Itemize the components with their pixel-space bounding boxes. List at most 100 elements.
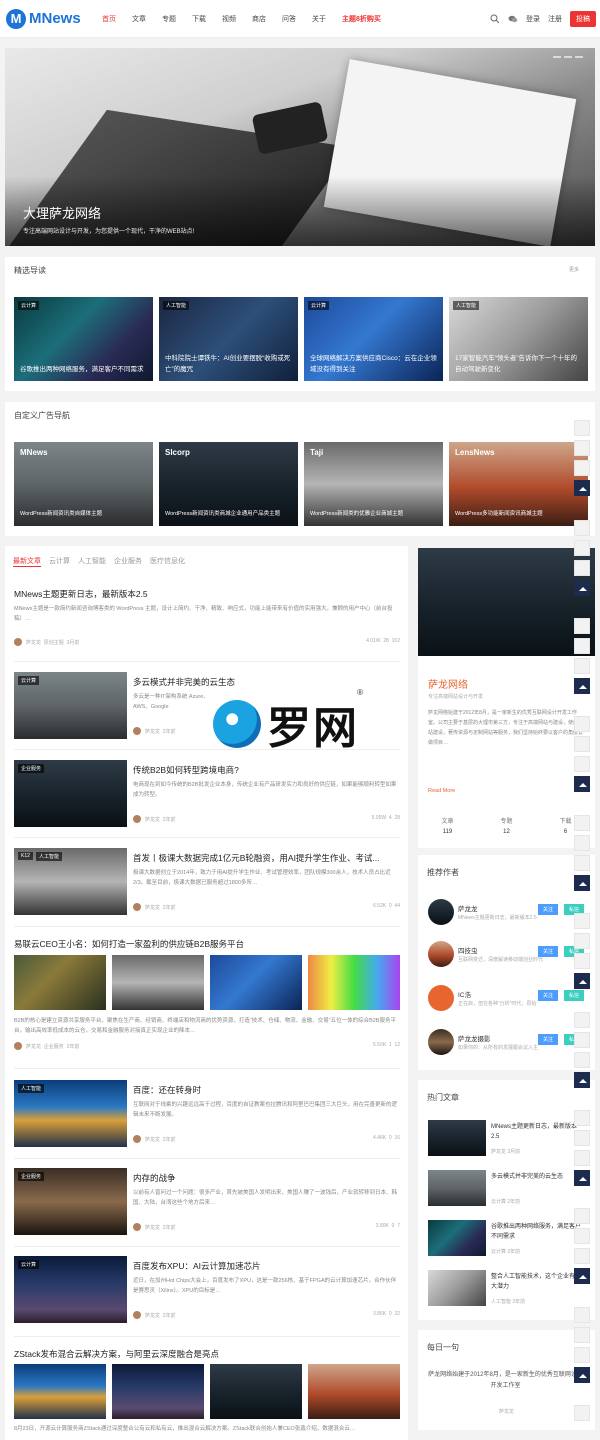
edit-button[interactable] <box>574 420 590 436</box>
post-item[interactable]: 企业服务 内存的战争 以前有人曾问过一个问题：很多产业，首先被美国人发明出来，美… <box>14 1168 400 1238</box>
hot-thumbnail[interactable] <box>428 1120 486 1156</box>
nav-topics[interactable]: 专题 <box>162 14 176 24</box>
edit-button[interactable] <box>574 1012 590 1028</box>
hero-slider[interactable]: 大理萨龙网络 专注高端网站设计与开发，为您提供一个现代，干净的WEB站点! <box>5 48 595 246</box>
hot-title[interactable]: 谷歌推出两种网络服务，满足客户不同需求 <box>491 1222 581 1242</box>
hot-thumbnail[interactable] <box>428 1170 486 1206</box>
tab-cloud[interactable]: 云计算 <box>49 556 70 567</box>
tab-ai[interactable]: 人工智能 <box>78 556 106 567</box>
cart-button[interactable] <box>574 1347 590 1363</box>
tab-medical[interactable]: 医疗信息化 <box>150 556 185 567</box>
gallery-image[interactable] <box>210 1364 302 1419</box>
avatar[interactable] <box>428 941 454 967</box>
author-name[interactable]: 萨龙龙 <box>26 1043 41 1050</box>
category[interactable]: 企业服务 <box>44 1043 64 1050</box>
author-name[interactable]: 萨龙龙摄影 <box>458 1033 491 1043</box>
hot-item[interactable]: MNews主题更新日志，最新版本2.5 萨龙龙 3月前 <box>428 1120 588 1158</box>
post-thumbnail[interactable]: K12 人工智能 <box>14 848 127 915</box>
cart-button[interactable] <box>574 560 590 576</box>
chat-button[interactable] <box>574 440 590 456</box>
cart-button[interactable] <box>574 658 590 674</box>
author-name[interactable]: 萨龙龙 <box>145 1312 160 1319</box>
hot-thumbnail[interactable] <box>428 1270 486 1306</box>
featured-tile[interactable]: 云计算 谷歌推出两种网络服务，满足客户不同需求 <box>14 297 153 381</box>
category[interactable]: 原创主题 <box>44 639 64 646</box>
follow-button[interactable]: 关注 <box>538 1034 559 1045</box>
slider-dot[interactable] <box>575 56 583 58</box>
avatar[interactable] <box>428 899 454 925</box>
post-item[interactable]: 企业服务 传统B2B如何转型跨境电商? 电商现在到如今传统的B2B批发企业本身，… <box>14 760 400 830</box>
gallery-post[interactable]: ZStack发布混合云解决方案，与阿里云深度融合是亮点 8月23日，开源云计算服… <box>14 1348 400 1438</box>
post-thumbnail[interactable]: 人工智能 <box>14 1080 127 1147</box>
wechat-icon[interactable] <box>508 14 518 24</box>
post-title[interactable]: ZStack发布混合云解决方案，与阿里云深度融合是亮点 <box>14 1348 219 1360</box>
ad-tile[interactable]: MNews WordPress新闻资讯类自媒体主题 <box>14 442 153 526</box>
slider-dots[interactable] <box>553 56 583 58</box>
nav-qa[interactable]: 问答 <box>282 14 296 24</box>
edit-button[interactable] <box>574 520 590 536</box>
gallery-image[interactable] <box>112 1364 204 1419</box>
nav-promo[interactable]: 主题8折购买 <box>342 14 381 24</box>
submit-button[interactable]: 投稿 <box>570 10 596 27</box>
profile-name[interactable]: 萨龙网络 <box>428 676 468 691</box>
post-item[interactable]: 云计算 百度发布XPU：AI云计算加速芯片 近日，在加州Hot Chips大会上… <box>14 1256 400 1326</box>
hot-title[interactable]: 整合人工智能技术，这个企业有巨大潜力 <box>491 1272 581 1292</box>
gallery-image[interactable] <box>112 955 204 1010</box>
slider-dot[interactable] <box>564 56 572 58</box>
chat-button[interactable] <box>574 1327 590 1343</box>
post-thumbnail[interactable]: 云计算 <box>14 672 127 739</box>
post-thumbnail[interactable]: 云计算 <box>14 1256 127 1323</box>
chat-button[interactable] <box>574 638 590 654</box>
author-name[interactable]: 萨龙龙 <box>145 816 160 823</box>
chat-button[interactable] <box>574 835 590 851</box>
cart-button[interactable] <box>574 1150 590 1166</box>
author-name[interactable]: 萨龙龙 <box>145 1224 160 1231</box>
gallery-image[interactable] <box>14 1364 106 1419</box>
post-title[interactable]: MNews主题更新日志，最新版本2.5 <box>14 588 148 600</box>
sticky-post[interactable]: MNews主题更新日志，最新版本2.5 MNews主题是一款简约新闻咨询博客类的… <box>14 588 400 658</box>
chat-button[interactable] <box>574 736 590 752</box>
cart-button[interactable] <box>574 953 590 969</box>
nav-articles[interactable]: 文章 <box>132 14 146 24</box>
edit-button[interactable] <box>574 1307 590 1323</box>
chat-button[interactable] <box>574 1130 590 1146</box>
back-to-top-button[interactable] <box>574 480 590 496</box>
post-title[interactable]: 百度：还在转身时 <box>133 1084 201 1096</box>
more-link[interactable]: 更多 <box>569 266 579 273</box>
edit-button[interactable] <box>574 815 590 831</box>
chat-button[interactable] <box>574 1228 590 1244</box>
follow-button[interactable]: 关注 <box>538 990 559 1001</box>
post-title[interactable]: 多云模式并非完美的云生态 <box>133 676 235 688</box>
back-to-top-button[interactable] <box>574 973 590 989</box>
edit-button[interactable] <box>574 1405 590 1421</box>
post-title[interactable]: 内存的战争 <box>133 1172 176 1184</box>
cart-button[interactable] <box>574 1248 590 1264</box>
post-title[interactable]: 易联云CEO王小名：如何打造一家盈利的供应链B2B服务平台 <box>14 938 244 950</box>
edit-button[interactable] <box>574 1208 590 1224</box>
featured-tile[interactable]: 人工智能 中科院院士谭铁牛：AI创业要摆脱“收购或死亡”的魔咒 <box>159 297 298 381</box>
back-to-top-button[interactable] <box>574 1072 590 1088</box>
cart-button[interactable] <box>574 460 590 476</box>
cart-button[interactable] <box>574 756 590 772</box>
post-thumbnail[interactable]: 企业服务 <box>14 760 127 827</box>
ad-tile[interactable]: LensNews WordPress多功能新闻资讯商城主题 <box>449 442 588 526</box>
nav-about[interactable]: 关于 <box>312 14 326 24</box>
follow-button[interactable]: 关注 <box>538 946 559 957</box>
hot-title[interactable]: MNews主题更新日志，最新版本2.5 <box>491 1122 581 1142</box>
follow-button[interactable]: 关注 <box>538 904 559 915</box>
gallery-image[interactable] <box>308 955 400 1010</box>
hot-item[interactable]: 多云模式并非完美的云生态 云计算 2年前 <box>428 1170 588 1208</box>
edit-button[interactable] <box>574 913 590 929</box>
chat-button[interactable] <box>574 1032 590 1048</box>
author-name[interactable]: IC浩 <box>458 989 471 999</box>
ad-tile[interactable]: Taji WordPress新闻类的优雅企业商城主题 <box>304 442 443 526</box>
search-icon[interactable] <box>490 14 500 24</box>
avatar[interactable] <box>428 985 454 1011</box>
nav-downloads[interactable]: 下载 <box>192 14 206 24</box>
author-name[interactable]: 萨龙龙 <box>458 903 478 913</box>
message-button[interactable]: 私信 <box>564 990 585 1001</box>
gallery-image[interactable] <box>308 1364 400 1419</box>
edit-button[interactable] <box>574 1110 590 1126</box>
author-name[interactable]: 萨龙龙 <box>145 1136 160 1143</box>
cart-button[interactable] <box>574 1052 590 1068</box>
